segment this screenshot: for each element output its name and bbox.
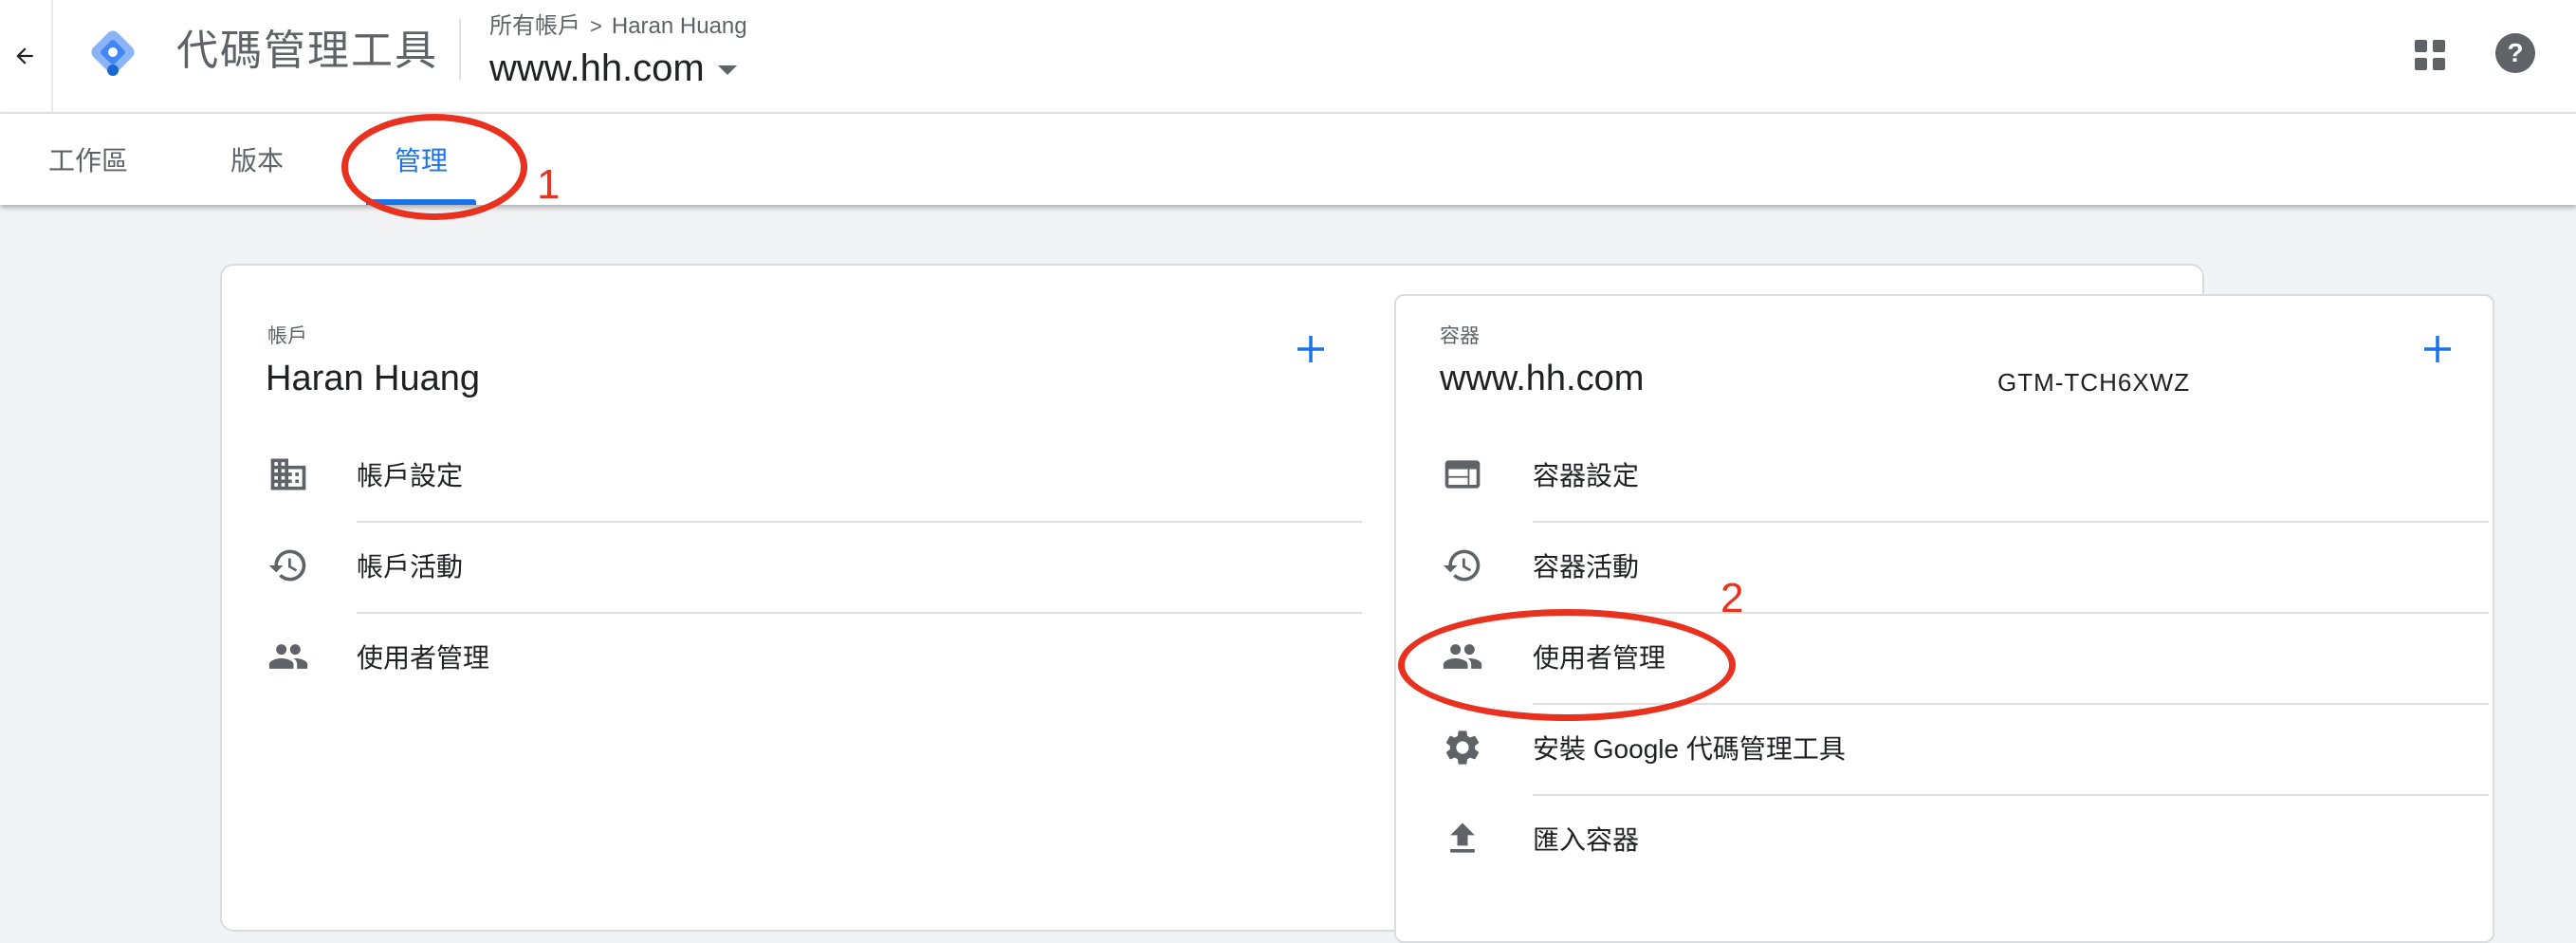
container-selector[interactable]: www.hh.com [489,42,737,95]
import-container-label: 匯入容器 [1533,825,1640,855]
add-container-button[interactable] [2419,330,2456,368]
back-arrow-icon [16,47,33,65]
apps-grid-icon[interactable] [2413,38,2447,72]
account-activity-label: 帳戶活動 [357,552,464,582]
import-container-row[interactable]: 匯入容器 [1438,793,2489,884]
container-activity-row[interactable]: 容器活動 [1438,520,2489,611]
gear-icon [1442,727,1483,768]
add-account-button[interactable] [1292,330,1330,368]
help-icon[interactable]: ? [2494,32,2536,74]
account-activity-row[interactable]: 帳戶活動 [262,520,1362,611]
building-icon [267,453,309,495]
account-user-management-label: 使用者管理 [357,643,490,673]
account-settings-row[interactable]: 帳戶設定 [262,429,1362,520]
annotation-circle-1 [341,114,527,220]
tab-label: 版本 [230,146,284,176]
container-id: GTM-TCH6XWZ [1997,368,2191,397]
annotation-number-1: 1 [537,161,561,208]
app-title: 代碼管理工具 [176,28,438,74]
top-bar: 代碼管理工具 所有帳戶 > Haran Huang www.hh.com ? [0,0,2576,114]
container-selector-label: www.hh.com [489,47,705,89]
account-section-label: 帳戶 [267,325,307,347]
breadcrumb-all-accounts[interactable]: 所有帳戶 [489,11,580,42]
tab-workspace[interactable]: 工作區 [27,114,150,205]
account-name: Haran Huang [266,359,481,398]
divider [459,19,461,80]
upload-icon [1442,818,1483,860]
annotation-circle-2 [1398,609,1736,721]
breadcrumb-separator: > [590,14,602,38]
tab-versions[interactable]: 版本 [195,114,319,205]
container-section-label: 容器 [1440,325,1480,347]
container-settings-label: 容器設定 [1533,461,1640,490]
dropdown-caret-icon [717,65,737,75]
container-name: www.hh.com [1440,359,1645,398]
tag-manager-logo [91,30,135,76]
container-activity-label: 容器活動 [1533,552,1640,582]
install-tag-manager-label: 安裝 Google 代碼管理工具 [1533,734,1846,764]
svg-text:?: ? [2507,38,2523,67]
container-settings-icon [1442,453,1483,495]
breadcrumb-account[interactable]: Haran Huang [612,11,747,42]
container-settings-row[interactable]: 容器設定 [1438,429,2489,520]
account-user-management-row[interactable]: 使用者管理 [262,611,1362,702]
history-icon [1442,545,1483,586]
back-button[interactable] [0,17,49,95]
tab-label: 工作區 [47,146,128,176]
breadcrumb: 所有帳戶 > Haran Huang [489,11,747,42]
account-settings-label: 帳戶設定 [357,461,464,490]
history-icon [267,545,309,586]
people-icon [267,636,309,677]
annotation-number-2: 2 [1720,575,1744,621]
divider [51,0,53,112]
